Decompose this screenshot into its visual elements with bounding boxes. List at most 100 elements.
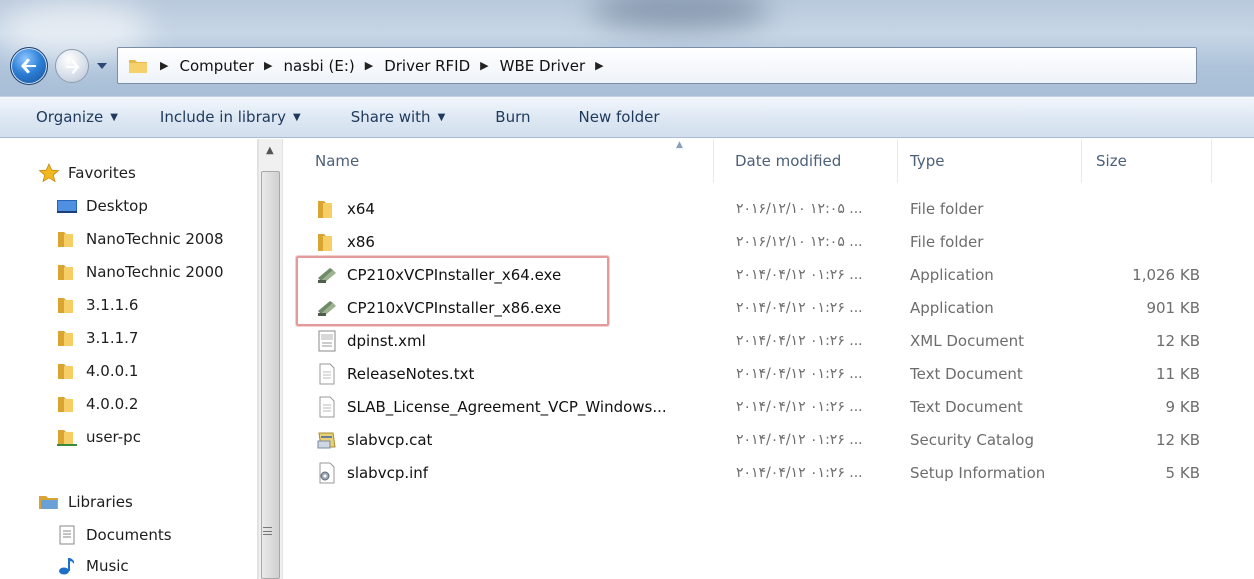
address-bar[interactable]: ▶ Computer ▶ nasbi (E:) ▶ Driver RFID ▶ … bbox=[117, 47, 1197, 84]
scrollbar-thumb[interactable] bbox=[261, 171, 280, 579]
column-header-type-label: Type bbox=[910, 152, 945, 170]
column-header-type[interactable]: Type bbox=[898, 139, 1082, 183]
file-size: 12 KB bbox=[1156, 430, 1200, 449]
file-type: Security Catalog bbox=[910, 430, 1034, 449]
file-type: Setup Information bbox=[910, 463, 1046, 482]
file-row[interactable]: slabvcp.inf ۲۰۱۴/۰۴/۱۲ ۰۱:۲۶ ... Setup I… bbox=[284, 456, 1254, 489]
share-with-label: Share with bbox=[350, 108, 431, 126]
file-type: XML Document bbox=[910, 331, 1025, 350]
nav-item-label: NanoTechnic 2008 bbox=[86, 230, 224, 248]
breadcrumb-arrow-icon[interactable]: ▶ bbox=[365, 59, 373, 72]
nav-item-3116[interactable]: 3.1.1.6 bbox=[56, 295, 138, 315]
column-header-date-label: Date modified bbox=[735, 152, 842, 170]
file-date: ۲۰۱۴/۰۴/۱۲ ۰۱:۲۶ ... bbox=[736, 431, 863, 448]
breadcrumb-item-computer[interactable]: Computer bbox=[179, 57, 254, 75]
share-with-button[interactable]: Share with ▼ bbox=[351, 108, 446, 126]
breadcrumb: ▶ Computer ▶ nasbi (E:) ▶ Driver RFID ▶ … bbox=[158, 57, 615, 75]
text-file-icon bbox=[316, 363, 338, 385]
nav-libraries-label: Libraries bbox=[68, 493, 133, 511]
file-name-cell[interactable]: ReleaseNotes.txt bbox=[316, 357, 716, 390]
column-header-size[interactable]: Size bbox=[1082, 139, 1212, 183]
column-header-size-label: Size bbox=[1096, 152, 1127, 170]
breadcrumb-arrow-icon[interactable]: ▶ bbox=[595, 59, 603, 72]
file-date: ۲۰۱۴/۰۴/۱۲ ۰۱:۲۶ ... bbox=[736, 266, 863, 283]
file-name-cell[interactable]: slabvcp.cat bbox=[316, 423, 716, 456]
file-name: x86 bbox=[347, 232, 375, 251]
nav-libraries[interactable]: Libraries bbox=[38, 492, 133, 512]
organize-button[interactable]: Organize ▼ bbox=[36, 108, 118, 126]
music-icon bbox=[56, 556, 78, 576]
file-name-cell[interactable]: dpinst.xml bbox=[316, 324, 716, 357]
nav-item-music[interactable]: Music bbox=[56, 556, 129, 576]
new-folder-label: New folder bbox=[578, 108, 660, 126]
breadcrumb-item-drive[interactable]: nasbi (E:) bbox=[284, 57, 355, 75]
file-name: SLAB_License_Agreement_VCP_Windows... bbox=[347, 397, 667, 416]
nav-item-label: NanoTechnic 2000 bbox=[86, 263, 224, 281]
file-name-cell[interactable]: x86 bbox=[316, 225, 716, 258]
nav-item-4002[interactable]: 4.0.0.2 bbox=[56, 394, 138, 414]
forward-button[interactable] bbox=[55, 49, 89, 83]
new-folder-button[interactable]: New folder bbox=[579, 108, 660, 126]
nav-pane-scrollbar[interactable]: ▲ bbox=[258, 139, 283, 579]
user-folder-icon bbox=[56, 427, 78, 447]
nav-item-4001[interactable]: 4.0.0.1 bbox=[56, 361, 138, 381]
file-row[interactable]: ReleaseNotes.txt ۲۰۱۴/۰۴/۱۲ ۰۱:۲۶ ... Te… bbox=[284, 357, 1254, 390]
nav-item-3117[interactable]: 3.1.1.7 bbox=[56, 328, 138, 348]
nav-item-nanotechnic-2000[interactable]: NanoTechnic 2000 bbox=[56, 262, 224, 282]
forward-arrow-icon bbox=[66, 60, 80, 74]
file-name: ReleaseNotes.txt bbox=[347, 364, 475, 383]
file-row[interactable]: x64 ۲۰۱۶/۱۲/۱۰ ۱۲:۰۵ ... File folder bbox=[284, 192, 1254, 225]
file-size bbox=[1090, 192, 1200, 225]
file-type: File folder bbox=[910, 232, 984, 251]
file-type: Text Document bbox=[910, 397, 1023, 416]
breadcrumb-arrow-icon[interactable]: ▶ bbox=[160, 59, 168, 72]
column-header-date[interactable]: Date modified bbox=[714, 139, 898, 183]
file-size: 9 KB bbox=[1165, 397, 1200, 416]
file-name: x64 bbox=[347, 199, 375, 218]
aero-glow bbox=[590, 0, 770, 30]
file-date: ۲۰۱۶/۱۲/۱۰ ۱۲:۰۵ ... bbox=[736, 200, 863, 217]
nav-item-documents[interactable]: Documents bbox=[56, 525, 172, 545]
library-icon bbox=[38, 492, 60, 512]
file-name-cell[interactable]: slabvcp.inf bbox=[316, 456, 716, 489]
column-header-name[interactable]: Name bbox=[284, 139, 714, 183]
annotation-highlight-box bbox=[296, 256, 609, 326]
file-size: 901 KB bbox=[1146, 298, 1200, 317]
file-row[interactable]: SLAB_License_Agreement_VCP_Windows... ۲۰… bbox=[284, 390, 1254, 423]
burn-button[interactable]: Burn bbox=[495, 108, 530, 126]
setup-info-icon bbox=[316, 462, 338, 484]
file-size bbox=[1090, 225, 1200, 258]
folder-icon bbox=[56, 361, 78, 381]
file-name: slabvcp.cat bbox=[347, 430, 433, 449]
file-size: 5 KB bbox=[1165, 463, 1200, 482]
nav-item-user-pc[interactable]: user-pc bbox=[56, 427, 141, 447]
file-name-cell[interactable]: x64 bbox=[316, 192, 716, 225]
window-title-area: ▶ Computer ▶ nasbi (E:) ▶ Driver RFID ▶ … bbox=[0, 0, 1254, 96]
nav-item-desktop[interactable]: Desktop bbox=[56, 196, 148, 216]
recent-pages-dropdown-icon[interactable] bbox=[96, 61, 108, 71]
nav-favorites[interactable]: Favorites bbox=[38, 163, 136, 183]
breadcrumb-item-driver-rfid[interactable]: Driver RFID bbox=[384, 57, 470, 75]
file-name-cell[interactable]: SLAB_License_Agreement_VCP_Windows... bbox=[316, 390, 716, 423]
documents-icon bbox=[56, 525, 78, 545]
nav-item-label: 3.1.1.6 bbox=[86, 296, 139, 314]
breadcrumb-arrow-icon[interactable]: ▶ bbox=[480, 59, 488, 72]
burn-label: Burn bbox=[495, 108, 531, 126]
nav-item-label: user-pc bbox=[86, 428, 141, 446]
file-row[interactable]: dpinst.xml ۲۰۱۴/۰۴/۱۲ ۰۱:۲۶ ... XML Docu… bbox=[284, 324, 1254, 357]
nav-item-label: 3.1.1.7 bbox=[86, 329, 139, 347]
folder-icon bbox=[56, 295, 78, 315]
file-type: Text Document bbox=[910, 364, 1023, 383]
nav-item-label: 4.0.0.2 bbox=[86, 395, 139, 413]
include-in-library-label: Include in library bbox=[159, 108, 286, 126]
include-in-library-button[interactable]: Include in library ▼ bbox=[160, 108, 301, 126]
file-date: ۲۰۱۴/۰۴/۱۲ ۰۱:۲۶ ... bbox=[736, 332, 863, 349]
file-date: ۲۰۱۴/۰۴/۱۲ ۰۱:۲۶ ... bbox=[736, 365, 863, 382]
breadcrumb-arrow-icon[interactable]: ▶ bbox=[264, 59, 272, 72]
file-row[interactable]: slabvcp.cat ۲۰۱۴/۰۴/۱۲ ۰۱:۲۶ ... Securit… bbox=[284, 423, 1254, 456]
back-button[interactable] bbox=[10, 47, 48, 85]
file-row[interactable]: x86 ۲۰۱۶/۱۲/۱۰ ۱۲:۰۵ ... File folder bbox=[284, 225, 1254, 258]
breadcrumb-item-wbe-driver[interactable]: WBE Driver bbox=[500, 57, 586, 75]
nav-item-nanotechnic-2008[interactable]: NanoTechnic 2008 bbox=[56, 229, 224, 249]
scroll-up-icon[interactable]: ▲ bbox=[266, 145, 274, 156]
